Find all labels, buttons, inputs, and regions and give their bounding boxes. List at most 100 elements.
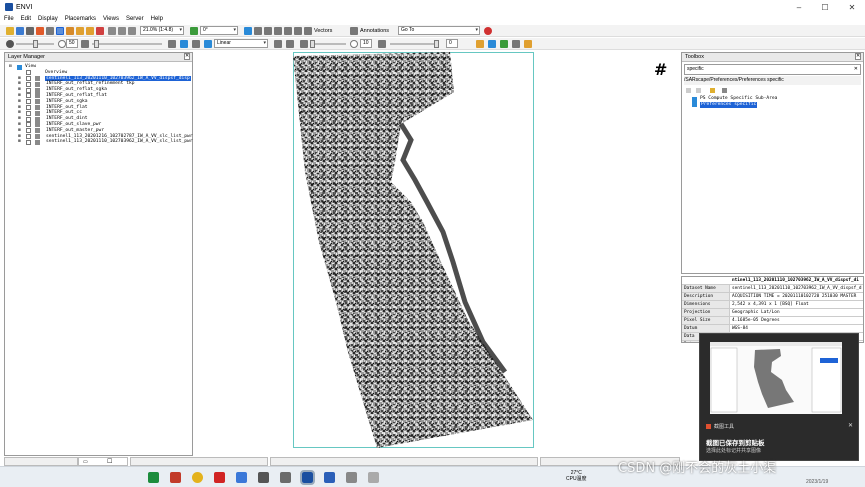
crop-icon[interactable]	[264, 27, 272, 35]
layer-item[interactable]: ⊞ sentinel1_113_20201110_102703962_IW_A_V…	[9, 139, 193, 145]
restore-icon[interactable]	[274, 40, 282, 48]
contrast-slider[interactable]	[310, 40, 346, 48]
layer-checkbox[interactable]	[26, 99, 31, 105]
layer-checkbox[interactable]	[26, 93, 31, 99]
layer-manager-close-button[interactable]: ✕	[184, 53, 190, 60]
chart-icon[interactable]	[476, 40, 484, 48]
layer-checkbox[interactable]	[26, 128, 31, 134]
taskbar-date[interactable]: 2023/1/19	[806, 479, 828, 485]
vector-icon[interactable]	[304, 27, 312, 35]
layer-checkbox[interactable]	[26, 122, 31, 128]
pan-icon[interactable]	[56, 27, 64, 35]
menu-placemarks[interactable]: Placemarks	[65, 16, 96, 22]
grid-icon[interactable]	[284, 27, 292, 35]
crosshair-icon[interactable]	[46, 27, 54, 35]
select-icon[interactable]	[26, 27, 34, 35]
goto-field[interactable]: Go To ▾	[398, 26, 480, 35]
zoom-in-icon[interactable]	[76, 27, 84, 35]
mail-icon[interactable]	[236, 472, 247, 483]
status-window-icon[interactable]: ▭	[83, 459, 88, 465]
layer-checkbox[interactable]	[26, 134, 31, 140]
word-icon[interactable]	[324, 472, 335, 483]
layer-checkbox[interactable]	[26, 116, 31, 122]
view-blend-icon[interactable]	[500, 40, 508, 48]
save-icon[interactable]	[16, 27, 24, 35]
vectors-dropdown[interactable]: Vectors	[314, 28, 332, 34]
rotate-view-icon[interactable]	[190, 27, 198, 35]
taskbar-app-icon[interactable]	[170, 472, 181, 483]
toolbox-item[interactable]: Preferences specific	[688, 101, 863, 108]
taskbar-app-icon[interactable]	[148, 472, 159, 483]
notification-close-icon[interactable]: ✕	[848, 422, 853, 429]
taskbar-app-icon[interactable]	[214, 472, 225, 483]
portal-icon[interactable]	[488, 40, 496, 48]
layer-checkbox[interactable]	[26, 110, 31, 116]
zoom-out-icon[interactable]	[86, 27, 94, 35]
toolbox-close-button[interactable]: ✕	[855, 53, 861, 60]
zoom-icon[interactable]	[108, 27, 116, 35]
interferogram-image[interactable]	[293, 52, 534, 448]
zoom-fit-icon[interactable]	[118, 27, 126, 35]
view-swipe-icon[interactable]	[524, 40, 532, 48]
scale-field[interactable]: 21.0% (1:4.8) ▾	[140, 26, 184, 35]
refresh-icon[interactable]	[168, 40, 176, 48]
rotation-field[interactable]: 0° ▾	[200, 26, 238, 35]
layer-checkbox[interactable]	[26, 76, 31, 82]
screenshot-notification[interactable]: 截图工具 ✕ 截图已保存到剪贴板 选择此处标记并共享图像	[699, 333, 859, 461]
close-button[interactable]: ✕	[839, 0, 865, 14]
measure-icon[interactable]	[274, 27, 282, 35]
pin-icon[interactable]	[36, 27, 44, 35]
overview-checkbox[interactable]	[26, 70, 31, 76]
zoom-full-icon[interactable]	[128, 27, 136, 35]
annotations-dropdown[interactable]: Annotations	[360, 28, 389, 34]
stretch-select[interactable]: Linear ▾	[214, 39, 268, 48]
menu-file[interactable]: File	[4, 16, 14, 22]
sharpen-value[interactable]: 0	[446, 39, 458, 48]
taskbar-app-icon[interactable]	[368, 472, 379, 483]
maximize-button[interactable]: ☐	[812, 0, 838, 14]
brightness-slider[interactable]	[16, 40, 54, 48]
expand-toggle-icon[interactable]: ⊞	[18, 139, 21, 145]
menu-views[interactable]: Views	[103, 16, 119, 22]
expand-icon[interactable]	[696, 88, 701, 93]
collapse-icon[interactable]	[686, 88, 691, 93]
layer-checkbox[interactable]	[26, 105, 31, 111]
brightness-reset-icon[interactable]	[58, 40, 66, 48]
chrome-icon[interactable]	[192, 472, 203, 483]
layer-icon[interactable]	[254, 27, 262, 35]
minimize-button[interactable]: –	[786, 0, 812, 14]
rotate-icon[interactable]	[66, 27, 74, 35]
contrast-value[interactable]: 10	[360, 39, 372, 48]
toolbox-search-input[interactable]: specific ✕	[684, 64, 861, 75]
search-clear-icon[interactable]: ✕	[854, 65, 858, 74]
view-flicker-icon[interactable]	[512, 40, 520, 48]
layer-checkbox[interactable]	[26, 87, 31, 93]
menu-server[interactable]: Server	[126, 16, 144, 22]
stop-icon[interactable]	[484, 27, 492, 35]
weather-widget[interactable]: 27°C CPU温度	[566, 470, 587, 482]
open-icon[interactable]	[6, 27, 14, 35]
refresh-toolbox-icon[interactable]	[722, 88, 727, 93]
transparency-slider[interactable]	[92, 40, 162, 48]
cursor-value-icon[interactable]	[244, 27, 252, 35]
taskbar-app-icon[interactable]	[258, 472, 269, 483]
sharpen-slider[interactable]	[390, 40, 439, 48]
taskbar-app-icon[interactable]	[280, 472, 291, 483]
histogram-icon[interactable]	[180, 40, 188, 48]
draw-icon[interactable]	[294, 27, 302, 35]
taskbar-app-icon[interactable]	[346, 472, 357, 483]
undo-icon[interactable]	[286, 40, 294, 48]
stretch-icon[interactable]	[192, 40, 200, 48]
brightness-value[interactable]: 50	[66, 39, 78, 48]
menu-help[interactable]: Help	[151, 16, 163, 22]
envi-taskbar-icon[interactable]	[300, 470, 315, 485]
menu-display[interactable]: Display	[38, 16, 58, 22]
status-restore-icon[interactable]: ☐	[107, 458, 112, 465]
layer-checkbox[interactable]	[26, 81, 31, 87]
layer-checkbox[interactable]	[26, 139, 31, 145]
annotation-icon[interactable]	[350, 27, 358, 35]
favorite-icon[interactable]	[710, 88, 715, 93]
contrast-reset-icon[interactable]	[350, 40, 358, 48]
fly-icon[interactable]	[96, 27, 104, 35]
menu-edit[interactable]: Edit	[21, 16, 31, 22]
